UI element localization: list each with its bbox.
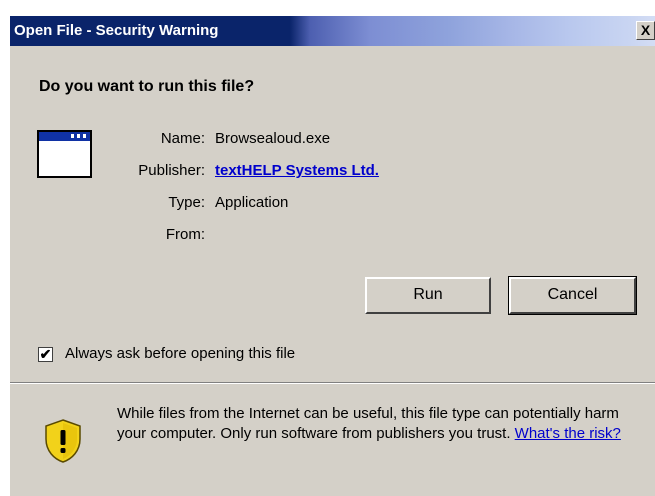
close-icon: X bbox=[640, 22, 651, 38]
publisher-link[interactable]: textHELP Systems Ltd. bbox=[215, 162, 379, 179]
dialog-question: Do you want to run this file? bbox=[39, 78, 255, 95]
type-label: Type: bbox=[168, 194, 205, 211]
name-label: Name: bbox=[160, 130, 205, 147]
security-shield-icon bbox=[45, 419, 81, 463]
name-value: Browsealoud.exe bbox=[215, 130, 331, 147]
whats-the-risk-link[interactable]: What's the risk? bbox=[515, 425, 621, 442]
from-label: From: bbox=[165, 226, 205, 243]
always-ask-checkbox[interactable]: ✔ bbox=[38, 347, 53, 362]
run-button[interactable]: Run bbox=[365, 277, 491, 314]
close-button[interactable]: X bbox=[636, 21, 655, 40]
warning-message: While files from the Internet can be use… bbox=[117, 404, 637, 444]
publisher-label: Publisher: bbox=[138, 162, 205, 179]
type-value: Application bbox=[215, 194, 289, 211]
cancel-button[interactable]: Cancel bbox=[508, 276, 637, 315]
window-title: Open File - Security Warning bbox=[14, 22, 219, 39]
title-bar[interactable]: Open File - Security Warning X bbox=[10, 16, 655, 46]
security-warning-dialog: Open File - Security Warning X Do you wa… bbox=[10, 16, 655, 496]
always-ask-label[interactable]: Always ask before opening this file bbox=[65, 345, 295, 362]
